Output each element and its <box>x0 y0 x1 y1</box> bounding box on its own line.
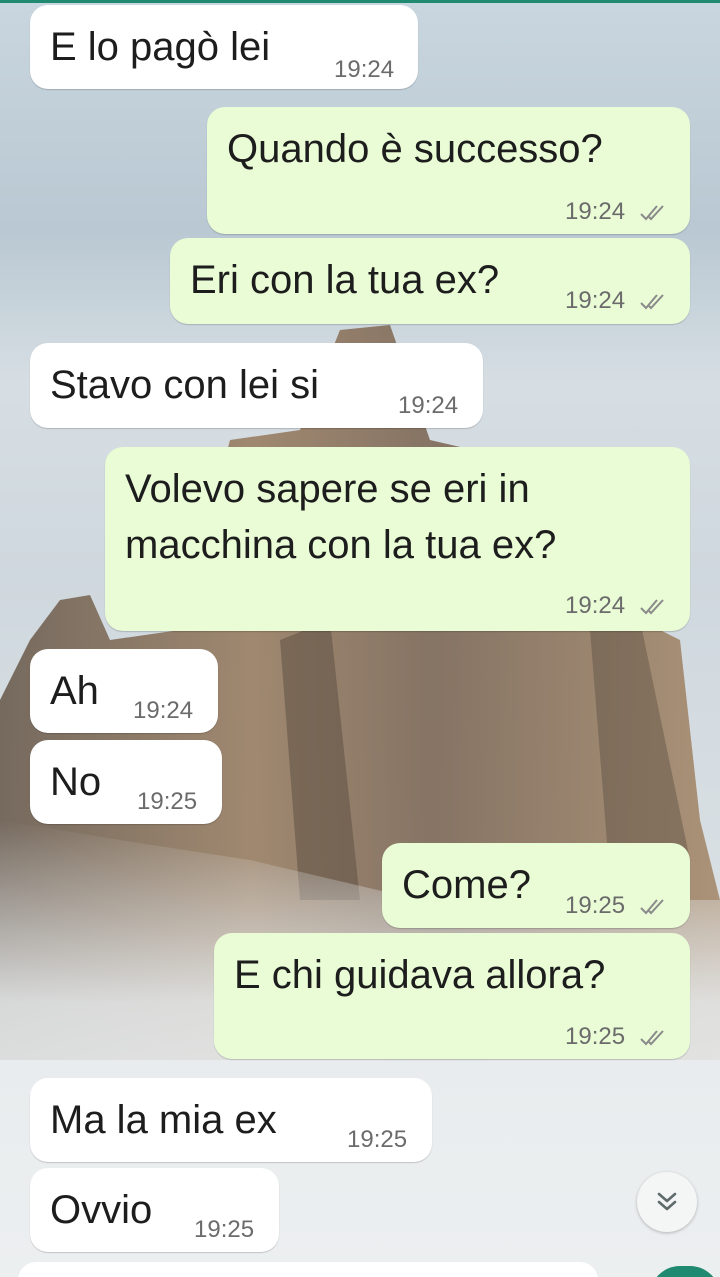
double-check-icon <box>640 205 664 221</box>
message-time: 19:24 <box>133 697 194 724</box>
message-bubble-outgoing[interactable]: Eri con la tua ex? 19:24 <box>170 238 690 324</box>
double-check-icon <box>640 294 664 310</box>
message-text-line: macchina con la tua ex? <box>125 523 557 567</box>
message-text: Ovvio <box>50 1188 153 1232</box>
message-bubble-outgoing[interactable]: Come? 19:25 <box>382 843 690 928</box>
message-text: E lo pagò lei <box>50 25 271 69</box>
message-bubble-incoming[interactable]: Ovvio 19:25 <box>30 1168 279 1252</box>
message-text: Ma la mia ex <box>50 1098 277 1142</box>
chat-screen: E lo pagò lei 19:24 Quando è successo? 1… <box>0 0 720 1277</box>
message-text: No <box>50 760 102 804</box>
message-time: 19:25 <box>137 788 198 815</box>
message-time: 19:24 <box>565 198 626 225</box>
message-text: Quando è successo? <box>227 127 603 171</box>
message-bubble-outgoing[interactable]: Quando è successo? 19:24 <box>207 107 690 234</box>
message-text-line: Volevo sapere se eri in <box>125 467 530 511</box>
message-text: Stavo con lei si <box>50 363 320 407</box>
message-bubble-incoming[interactable]: E lo pagò lei 19:24 <box>30 5 418 89</box>
message-time: 19:24 <box>565 287 626 314</box>
chevron-double-down-icon <box>657 1192 677 1211</box>
input-bar-edge[interactable] <box>18 1262 598 1277</box>
message-time: 19:24 <box>565 592 626 619</box>
message-time: 19:25 <box>565 892 626 919</box>
scroll-to-bottom-button[interactable] <box>637 1172 697 1232</box>
message-bubble-incoming[interactable]: Ma la mia ex 19:25 <box>30 1078 432 1162</box>
message-text: Eri con la tua ex? <box>190 258 500 302</box>
message-bubble-outgoing[interactable]: E chi guidava allora? 19:25 <box>214 933 690 1059</box>
message-time: 19:24 <box>334 56 395 83</box>
message-time: 19:25 <box>347 1126 408 1153</box>
double-check-icon <box>640 599 664 615</box>
message-bubble-incoming[interactable]: Stavo con lei si 19:24 <box>30 343 483 428</box>
message-time: 19:25 <box>194 1216 255 1243</box>
message-bubble-incoming[interactable]: No 19:25 <box>30 740 222 824</box>
message-bubble-outgoing[interactable]: Volevo sapere se eri in macchina con la … <box>105 447 690 631</box>
message-time: 19:25 <box>565 1023 626 1050</box>
message-text: Come? <box>402 863 531 907</box>
message-bubble-incoming[interactable]: Ah 19:24 <box>30 649 218 733</box>
message-time: 19:24 <box>398 392 459 419</box>
message-text: Ah <box>50 669 99 713</box>
double-check-icon <box>640 1030 664 1046</box>
double-check-icon <box>640 899 664 915</box>
message-text: E chi guidava allora? <box>234 953 606 997</box>
